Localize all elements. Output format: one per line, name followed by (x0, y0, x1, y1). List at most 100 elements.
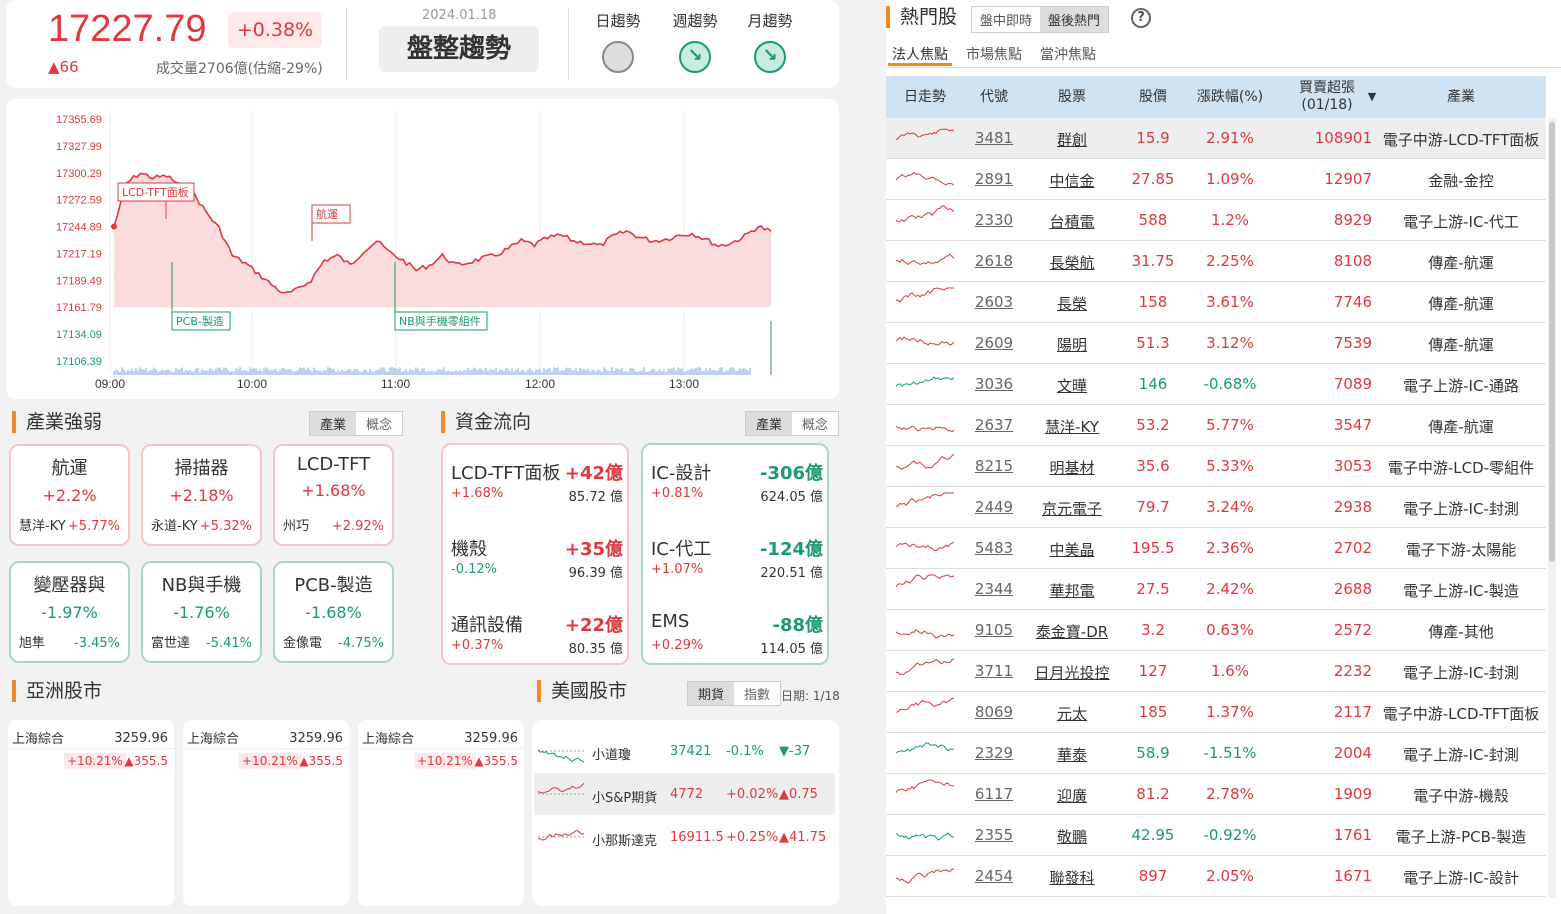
tab-market[interactable]: 市場焦點 (962, 44, 1026, 66)
industry-card[interactable]: LCD-TFT +1.68% 州巧 +2.92% (273, 444, 394, 546)
table-row[interactable]: 6117 迎廣 81.2 2.78% 1909 電子中游-機殼 (886, 774, 1546, 815)
stock-code-link[interactable]: 2637 (966, 416, 1022, 434)
flow-row[interactable]: 機殼 +35億 -0.12% 96.39 億 (451, 535, 623, 595)
table-row[interactable]: 5483 中美晶 195.5 2.36% 2702 電子下游-太陽能 (886, 528, 1546, 569)
stock-name-link[interactable]: 長榮 (1026, 293, 1118, 314)
tab-daytrade[interactable]: 當沖焦點 (1036, 44, 1100, 66)
tab-institutional[interactable]: 法人焦點 (888, 44, 952, 66)
table-row[interactable]: 2449 京元電子 79.7 3.24% 2938 電子上游-IC-封測 (886, 487, 1546, 528)
stock-name-link[interactable]: 京元電子 (1026, 498, 1118, 519)
stock-name-link[interactable]: 長榮航 (1026, 252, 1118, 273)
stock-code-link[interactable]: 2618 (966, 252, 1022, 270)
stock-code-link[interactable]: 3711 (966, 662, 1022, 680)
stock-code-link[interactable]: 3036 (966, 375, 1022, 393)
industry-toggle[interactable]: 產業 概念 (309, 411, 404, 436)
table-row[interactable]: 3481 群創 15.9 2.91% 108901 電子中游-LCD-TFT面板 (886, 118, 1546, 159)
asia-market-card[interactable]: 上海綜合 3259.96 +10.21% ▲355.5 (358, 720, 524, 906)
stock-name-link[interactable]: 中信金 (1026, 170, 1118, 191)
stock-code-link[interactable]: 2330 (966, 211, 1022, 229)
concept-tab[interactable]: 概念 (356, 412, 403, 435)
stock-code-link[interactable]: 2329 (966, 744, 1022, 762)
stock-code-link[interactable]: 8069 (966, 703, 1022, 721)
stock-code-link[interactable]: 9105 (966, 621, 1022, 639)
scrollbar[interactable] (1548, 118, 1556, 898)
table-row[interactable]: 2603 長榮 158 3.61% 7746 傳產-航運 (886, 282, 1546, 323)
stock-code-link[interactable]: 2891 (966, 170, 1022, 188)
table-row[interactable]: 2891 中信金 27.85 1.09% 12907 金融-金控 (886, 159, 1546, 200)
stock-name-link[interactable]: 元太 (1026, 703, 1118, 724)
flow-industry-tab[interactable]: 產業 (746, 412, 793, 435)
sort-desc-icon[interactable]: ▼ (1366, 76, 1378, 118)
intraday-tab[interactable]: 盤中即時 (972, 7, 1041, 32)
stock-code-link[interactable]: 2449 (966, 498, 1022, 516)
intraday-chart[interactable]: 17355.69 17327.99 17300.29 17272.59 17244.89… (6, 99, 839, 399)
table-row[interactable]: 3036 文曄 146 -0.68% 7089 電子上游-IC-通路 (886, 364, 1546, 405)
table-row[interactable]: 2454 聯發科 897 2.05% 1671 電子上游-IC-設計 (886, 856, 1546, 897)
stock-name-link[interactable]: 文曄 (1026, 375, 1118, 396)
stock-code-link[interactable]: 8215 (966, 457, 1022, 475)
stock-name-link[interactable]: 迎廣 (1026, 785, 1118, 806)
industry-card[interactable]: 變壓器與 -1.97% 旭隼 -3.45% (9, 561, 130, 663)
stock-name-link[interactable]: 華邦電 (1026, 580, 1118, 601)
col-net-buy[interactable]: 買賣超張 (01/18) (1288, 80, 1366, 114)
table-row[interactable]: 3711 日月光投控 127 1.6% 2232 電子上游-IC-封測 (886, 651, 1546, 692)
daily-trend[interactable]: 日趨勢 (583, 10, 653, 73)
asia-market-card[interactable]: 上海綜合 3259.96 +10.21% ▲355.5 (183, 720, 349, 906)
table-row[interactable]: 2609 陽明 51.3 3.12% 7539 傳產-航運 (886, 323, 1546, 364)
stock-name-link[interactable]: 明基材 (1026, 457, 1118, 478)
flow-row[interactable]: IC-設計 -306億 +0.81% 624.05 億 (651, 459, 823, 519)
us-toggle[interactable]: 期貨 指數 (687, 681, 782, 706)
table-row[interactable]: 2618 長榮航 31.75 2.25% 8108 傳產-航運 (886, 241, 1546, 282)
stock-code-link[interactable]: 2344 (966, 580, 1022, 598)
table-row[interactable]: 2637 慧洋-KY 53.2 5.77% 3547 傳產-航運 (886, 405, 1546, 446)
industry-card[interactable]: 掃描器 +2.18% 永道-KY +5.32% (141, 444, 262, 546)
flow-row[interactable]: 通訊設備 +22億 +0.37% 80.35 億 (451, 611, 623, 671)
monthly-trend[interactable]: 月趨勢 (735, 10, 805, 73)
stock-code-link[interactable]: 2454 (966, 867, 1022, 885)
table-row[interactable]: 8069 元太 185 1.37% 2117 電子中游-LCD-TFT面板 (886, 692, 1546, 733)
stock-code-link[interactable]: 3481 (966, 129, 1022, 147)
industry-tab[interactable]: 產業 (310, 412, 357, 435)
industry-card[interactable]: NB與手機 -1.76% 富世達 -5.41% (141, 561, 262, 663)
flow-row[interactable]: IC-代工 -124億 +1.07% 220.51 億 (651, 535, 823, 595)
stock-code-link[interactable]: 2603 (966, 293, 1022, 311)
stock-name-link[interactable]: 慧洋-KY (1026, 416, 1118, 437)
us-market-row[interactable]: 小那斯達克 16911.5 +0.25% ▲41.75 (534, 816, 835, 858)
table-row[interactable]: 2344 華邦電 27.5 2.42% 2688 電子上游-IC-製造 (886, 569, 1546, 610)
table-row[interactable]: 2355 敬鵬 42.95 -0.92% 1761 電子上游-PCB-製造 (886, 815, 1546, 856)
table-row[interactable]: 9105 泰金寶-DR 3.2 0.63% 2572 傳產-其他 (886, 610, 1546, 651)
stock-name-link[interactable]: 敬鵬 (1026, 826, 1118, 847)
help-icon[interactable]: ? (1131, 8, 1151, 28)
table-row[interactable]: 2330 台積電 588 1.2% 8929 電子上游-IC-代工 (886, 200, 1546, 241)
stock-name-link[interactable]: 泰金寶-DR (1026, 621, 1118, 642)
stock-name-link[interactable]: 群創 (1026, 129, 1118, 150)
futures-tab[interactable]: 期貨 (688, 682, 735, 705)
stock-code-link[interactable]: 2355 (966, 826, 1022, 844)
industry-card[interactable]: 航運 +2.2% 慧洋-KY +5.77% (9, 444, 130, 546)
stock-code-link[interactable]: 2609 (966, 334, 1022, 352)
table-row[interactable]: 8215 明基材 35.6 5.33% 3053 電子中游-LCD-零組件 (886, 446, 1546, 487)
intraday-chart-card[interactable]: 17355.69 17327.99 17300.29 17272.59 17244.89… (6, 99, 839, 399)
hot-stocks-toggle[interactable]: 盤中即時 盤後熱門 (971, 6, 1110, 33)
after-hours-tab[interactable]: 盤後熱門 (1040, 7, 1109, 32)
stock-name-link[interactable]: 華泰 (1026, 744, 1118, 765)
industry-card[interactable]: PCB-製造 -1.68% 金像電 -4.75% (273, 561, 394, 663)
stock-code-link[interactable]: 6117 (966, 785, 1022, 803)
stock-name-link[interactable]: 中美晶 (1026, 539, 1118, 560)
stock-name-link[interactable]: 台積電 (1026, 211, 1118, 232)
stock-name-link[interactable]: 日月光投控 (1026, 662, 1118, 683)
stock-name-link[interactable]: 陽明 (1026, 334, 1118, 355)
asia-market-card[interactable]: 上海綜合 3259.96 +10.21% ▲355.5 (8, 720, 174, 906)
stock-name-link[interactable]: 聯發科 (1026, 867, 1118, 888)
stock-code-link[interactable]: 5483 (966, 539, 1022, 557)
scroll-thumb[interactable] (1549, 122, 1555, 562)
us-market-row[interactable]: 小道瓊 37421 -0.1% ▼-37 (534, 730, 835, 772)
table-row[interactable]: 2329 華泰 58.9 -1.51% 2004 電子上游-IC-封測 (886, 733, 1546, 774)
us-market-row[interactable]: 小S&P期貨 4772 +0.02% ▲0.75 (534, 773, 835, 815)
index-tab[interactable]: 指數 (734, 682, 781, 705)
flow-row[interactable]: LCD-TFT面板 +42億 +1.68% 85.72 億 (451, 459, 623, 519)
flow-toggle[interactable]: 產業 概念 (745, 411, 840, 436)
flow-row[interactable]: EMS -88億 +0.29% 114.05 億 (651, 611, 823, 671)
flow-concept-tab[interactable]: 概念 (792, 412, 839, 435)
weekly-trend[interactable]: 週趨勢 (660, 10, 730, 73)
